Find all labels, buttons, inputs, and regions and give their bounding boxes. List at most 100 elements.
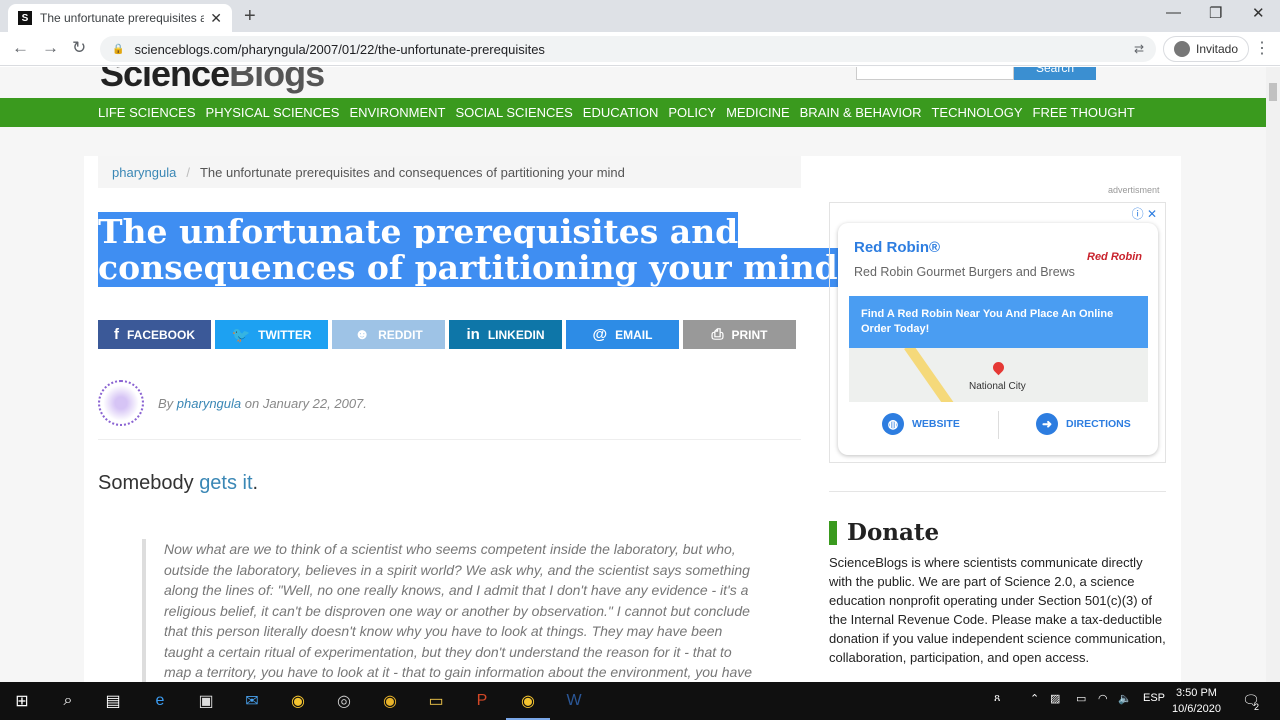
title-line-1: The unfortunate prerequisites and — [98, 212, 739, 251]
nav-education[interactable]: EDUCATION — [583, 105, 659, 120]
directions-icon: ➜ — [1036, 413, 1058, 435]
twitter-share-button[interactable]: 🐦 TWITTER — [215, 320, 328, 349]
map-road — [904, 348, 964, 402]
close-window-icon[interactable]: ✕ — [1252, 4, 1265, 22]
ad-website-button[interactable]: ◍ WEBSITE — [882, 413, 960, 435]
twitter-label: TWITTER — [258, 327, 312, 342]
battery-icon[interactable]: ▭ — [1076, 692, 1086, 705]
mail-icon[interactable]: ✉ — [240, 690, 264, 712]
share-bar: f FACEBOOK 🐦 TWITTER ☻ REDDIT in LINKEDIN @ E… — [98, 320, 796, 349]
ad-choices-icon[interactable]: ⓘ ✕ — [1132, 205, 1157, 222]
browser-tab[interactable]: S The unfortunate prerequisites an ✕ — [8, 4, 232, 32]
restore-icon[interactable]: ❐ — [1209, 4, 1222, 22]
forward-icon[interactable]: → — [42, 38, 59, 58]
ad-container: ⓘ ✕ Red Robin® Red Robin Gourmet Burgers… — [829, 202, 1166, 463]
facebook-icon: f — [113, 326, 119, 343]
nav-brain-behavior[interactable]: BRAIN & BEHAVIOR — [800, 105, 922, 120]
browser-menu-icon[interactable]: ⋮ — [1254, 38, 1270, 58]
nav-technology[interactable]: TECHNOLOGY — [931, 105, 1022, 120]
reddit-icon: ☻ — [354, 326, 371, 343]
page-scrollbar[interactable] — [1266, 67, 1280, 682]
back-icon[interactable]: ← — [12, 38, 29, 58]
logo-blogs: Blogs — [229, 67, 325, 94]
directions-label: DIRECTIONS — [1066, 418, 1131, 430]
article-blockquote: Now what are we to think of a scientist … — [142, 539, 762, 682]
obs-icon[interactable]: ◎ — [332, 690, 356, 712]
gets-it-link[interactable]: gets it — [199, 472, 252, 494]
ad-label: advertisment — [1108, 185, 1160, 195]
nav-medicine[interactable]: MEDICINE — [726, 105, 790, 120]
linkedin-share-button[interactable]: in LINKEDIN — [449, 320, 562, 349]
address-bar[interactable]: 🔒 scienceblogs.com/pharyngula/2007/01/22… — [100, 36, 1156, 62]
title-line-2: consequences of partitioning your mind — [98, 248, 838, 287]
nav-policy[interactable]: POLICY — [668, 105, 716, 120]
article-title: The unfortunate prerequisites and conseq… — [98, 212, 838, 287]
antivirus-icon[interactable]: ▨ — [1050, 692, 1060, 705]
print-button[interactable]: ⎙ PRINT — [683, 320, 796, 349]
nav-physical-sciences[interactable]: PHYSICAL SCIENCES — [206, 105, 340, 120]
twitter-icon: 🐦 — [231, 326, 251, 344]
chrome-active-icon[interactable]: ◉ — [506, 690, 550, 720]
volume-icon[interactable]: 🔈 — [1118, 692, 1132, 705]
facebook-label: FACEBOOK — [126, 327, 195, 342]
notification-count: 2 — [1254, 702, 1260, 712]
translate-icon[interactable]: ⇄ — [1134, 42, 1144, 56]
ad-directions-button[interactable]: ➜ DIRECTIONS — [1036, 413, 1131, 435]
edge-icon[interactable]: e — [148, 690, 172, 712]
breadcrumb-current: The unfortunate prerequisites and conseq… — [199, 164, 625, 180]
web-page: ScienceBlogs Search LIFE SCIENCES PHYSIC… — [0, 67, 1266, 682]
file-explorer-icon[interactable]: ▭ — [424, 690, 448, 712]
tab-strip: S The unfortunate prerequisites an ✕ + —… — [0, 0, 1280, 32]
show-hidden-icon[interactable]: ⌃ — [1030, 692, 1039, 705]
breadcrumb-separator: / — [186, 164, 190, 180]
search-icon[interactable]: ⌕ — [56, 690, 80, 712]
red-robin-logo: Red Robin — [1087, 251, 1142, 263]
windows-start-icon[interactable]: ⊞ — [10, 690, 34, 712]
profile-button[interactable]: Invitado — [1163, 36, 1250, 62]
email-share-button[interactable]: @ EMAIL — [566, 320, 679, 349]
nav-social-sciences[interactable]: SOCIAL SCIENCES — [456, 105, 573, 120]
author-avatar[interactable] — [98, 380, 144, 426]
nav-environment[interactable]: ENVIRONMENT — [349, 105, 445, 120]
wifi-icon[interactable]: ◠ — [1098, 692, 1108, 705]
system-clock[interactable]: 3:50 PM 10/6/2020 — [1172, 685, 1221, 717]
lead-text: Somebody — [98, 472, 194, 494]
people-icon[interactable]: ጸ — [994, 692, 1000, 705]
lead-paragraph: Somebody gets it. — [98, 472, 258, 495]
breadcrumb: pharyngula / The unfortunate prerequisit… — [98, 156, 801, 188]
scrollbar-thumb[interactable] — [1269, 83, 1277, 101]
new-tab-button[interactable]: + — [244, 5, 256, 28]
breadcrumb-blog-link[interactable]: pharyngula — [112, 165, 176, 180]
profile-avatar-icon — [1174, 41, 1190, 57]
facebook-share-button[interactable]: f FACEBOOK — [98, 320, 211, 349]
chrome-profile-icon[interactable]: ◉ — [378, 690, 402, 712]
printer-icon: ⎙ — [711, 326, 724, 343]
close-tab-icon[interactable]: ✕ — [210, 10, 222, 27]
language-indicator[interactable]: ESP — [1143, 692, 1165, 704]
ad-card[interactable]: Red Robin® Red Robin Gourmet Burgers and… — [838, 223, 1158, 455]
ad-brand[interactable]: Red Robin® — [854, 239, 940, 256]
reload-icon[interactable]: ↻ — [72, 38, 86, 58]
store-icon[interactable]: ▣ — [194, 690, 218, 712]
clock-time: 3:50 PM — [1175, 687, 1217, 699]
powerpoint-icon[interactable]: P — [470, 690, 494, 712]
minimize-icon[interactable]: — — [1166, 4, 1181, 21]
ad-map[interactable]: National City — [849, 348, 1148, 402]
reddit-share-button[interactable]: ☻ REDDIT — [332, 320, 445, 349]
search-input[interactable] — [856, 67, 1014, 80]
nav-free-thought[interactable]: FREE THOUGHT — [1033, 105, 1135, 120]
by-prefix: By — [158, 396, 174, 411]
sidebar-divider — [829, 491, 1166, 492]
author-link[interactable]: pharyngula — [177, 396, 241, 411]
site-logo[interactable]: ScienceBlogs — [100, 67, 325, 95]
map-city-label: National City — [969, 381, 1026, 392]
chrome-icon[interactable]: ◉ — [286, 690, 310, 712]
task-view-icon[interactable]: ▤ — [101, 690, 125, 712]
browser-toolbar: ← → ↻ 🔒 scienceblogs.com/pharyngula/2007… — [0, 32, 1280, 66]
nav-life-sciences[interactable]: LIFE SCIENCES — [98, 105, 196, 120]
site-favicon-icon: S — [18, 11, 32, 25]
word-icon[interactable]: W — [562, 690, 586, 712]
lead-end: . — [252, 472, 259, 494]
ad-promo-banner[interactable]: Find A Red Robin Near You And Place An O… — [849, 296, 1148, 348]
search-button[interactable]: Search — [1014, 67, 1096, 80]
